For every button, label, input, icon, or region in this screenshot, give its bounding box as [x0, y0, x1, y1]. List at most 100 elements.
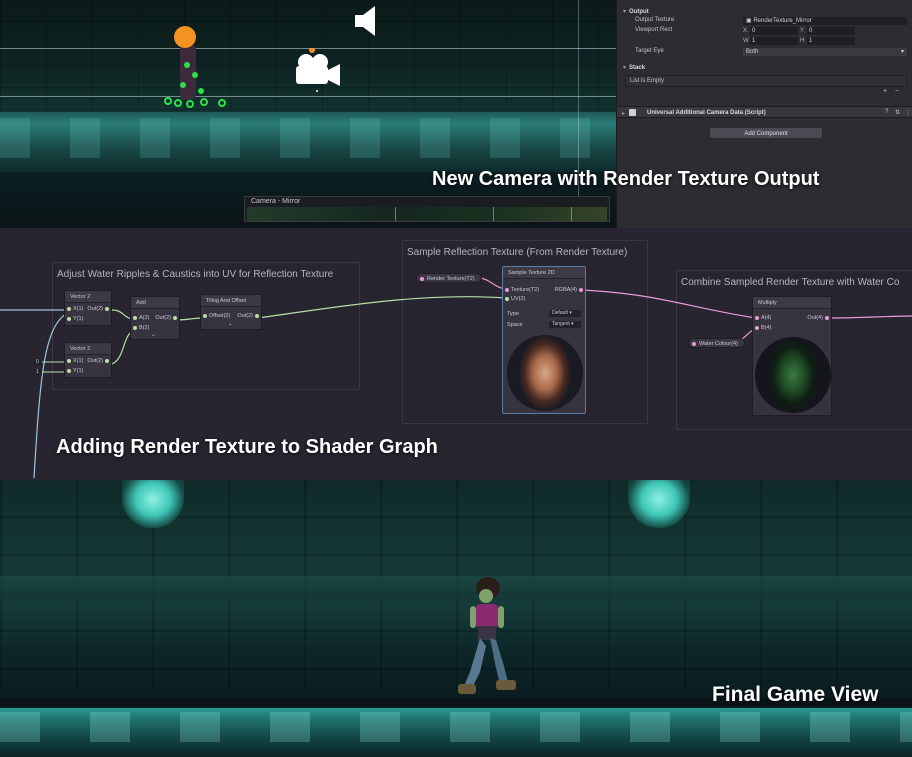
script-icon: [629, 109, 636, 116]
scene-guide-line-mid: [0, 96, 616, 97]
stack-list: List is Empty: [625, 75, 907, 87]
input-port-y[interactable]: Y(1): [65, 316, 83, 322]
game-water-ripples: [0, 712, 912, 742]
chevron-down-icon: ▾: [623, 65, 627, 71]
bone-gizmo[interactable]: [184, 62, 190, 68]
preview-guide-line: [571, 207, 572, 221]
camera-inspector: ▾ Output Output Texture ▣ RenderTexture_M…: [616, 0, 912, 228]
vector2-node-a[interactable]: Vector 2 X(1) Y(1) Out(2): [64, 290, 112, 326]
preview-guide-line: [493, 207, 494, 221]
bone-gizmo[interactable]: [164, 97, 172, 105]
bone-gizmo[interactable]: [180, 82, 186, 88]
audio-source-icon[interactable]: [353, 4, 383, 38]
viewport-x-field[interactable]: X0: [743, 27, 798, 35]
component-title: Universal Additional Camera Data (Script…: [647, 110, 766, 116]
bone-gizmo[interactable]: [174, 99, 182, 107]
scene-character[interactable]: [164, 26, 226, 112]
add-node[interactable]: Add A(2) B(2) Out(2) ⌄: [130, 296, 180, 340]
input-port-b[interactable]: B(2): [131, 325, 149, 331]
caption-camera: New Camera with Render Texture Output: [432, 168, 820, 190]
camera-preview-panel: Camera - Mirror: [244, 196, 610, 222]
caption-shader: Adding Render Texture to Shader Graph: [56, 436, 438, 458]
game-character: [458, 577, 516, 694]
target-eye-dropdown[interactable]: Both ▾: [743, 48, 907, 56]
input-port-x[interactable]: X(1): [65, 306, 83, 312]
target-eye-label: Target Eye: [635, 48, 664, 54]
preview-guide-line: [395, 207, 396, 221]
input-port-a[interactable]: A(2): [131, 315, 149, 321]
viewport-h-field[interactable]: H1: [800, 37, 855, 45]
vector2-y-value[interactable]: 1: [33, 369, 42, 376]
multiply-preview: [755, 337, 831, 413]
vector2-node-b[interactable]: Vector 2 X(1) Y(1) Out(2): [64, 342, 112, 378]
chevron-down-icon: ▾: [623, 9, 627, 15]
output-port[interactable]: Out(2): [237, 313, 261, 319]
space-label: Space: [507, 322, 523, 328]
vector2-x-value[interactable]: 0: [33, 359, 42, 366]
viewport-w-field[interactable]: W1: [743, 37, 798, 45]
output-port-rgba[interactable]: RGBA(4): [555, 287, 585, 293]
caption-game: Final Game View: [712, 683, 879, 706]
viewport-y-field[interactable]: Y0: [800, 27, 855, 35]
bone-gizmo[interactable]: [186, 100, 194, 108]
remove-item-button[interactable]: −: [895, 88, 899, 95]
node-title: Vector 2: [65, 343, 111, 355]
add-component-button[interactable]: Add Component: [709, 127, 823, 139]
multiply-node[interactable]: Multiply A(4) B(4) Out(4): [752, 296, 832, 416]
stack-list-controls: + −: [883, 88, 899, 95]
scene-water-ripples: [0, 118, 616, 158]
input-port-y[interactable]: Y(1): [65, 368, 83, 374]
output-port[interactable]: Out(2): [87, 306, 111, 312]
input-port-a[interactable]: A(4): [753, 315, 771, 321]
output-port[interactable]: Out(4): [807, 315, 831, 321]
shader-graph-canvas[interactable]: Adjust Water Ripples & Caustics into UV …: [0, 228, 912, 480]
sample-preview: [507, 335, 583, 411]
input-port-x[interactable]: X(1): [65, 358, 83, 364]
help-icon[interactable]: ?: [885, 109, 888, 115]
group-combine-title: Combine Sampled Render Texture with Wate…: [681, 277, 900, 288]
group-ripples-title: Adjust Water Ripples & Caustics into UV …: [57, 269, 334, 280]
input-port-offset[interactable]: Offset(2): [201, 313, 230, 319]
output-section-header[interactable]: ▾ Output: [623, 8, 649, 15]
node-title: Tiling And Offset: [201, 295, 261, 307]
add-item-button[interactable]: +: [883, 88, 887, 95]
viewport-rect-label: Viewport Rect: [635, 27, 673, 33]
output-texture-field[interactable]: ▣ RenderTexture_Mirror: [743, 17, 907, 25]
input-port-texture[interactable]: Texture(T2): [503, 287, 539, 293]
render-texture-property[interactable]: Render Texture(T2): [416, 273, 482, 283]
output-port[interactable]: Out(2): [87, 358, 111, 364]
chevron-down-icon[interactable]: ⌄: [228, 321, 233, 327]
bone-gizmo[interactable]: [198, 88, 204, 94]
preset-icon[interactable]: ⇅: [895, 109, 900, 116]
chevron-down-icon[interactable]: ⌄: [151, 332, 156, 338]
bone-gizmo[interactable]: [218, 99, 226, 107]
camera-preview-image: [247, 207, 607, 221]
sample-texture-2d-node[interactable]: Sample Texture 2D Texture(T2) UV(2) RGBA…: [502, 266, 586, 414]
input-port-b[interactable]: B(4): [753, 325, 771, 331]
bone-gizmo[interactable]: [192, 72, 198, 78]
stack-section-header[interactable]: ▾ Stack: [623, 64, 645, 71]
node-title: Multiply: [753, 297, 831, 309]
node-title: Sample Texture 2D: [503, 267, 585, 279]
group-sample-title: Sample Reflection Texture (From Render T…: [407, 247, 628, 258]
space-dropdown[interactable]: Tangent ▾: [549, 321, 581, 328]
tiling-offset-node[interactable]: Tiling And Offset Offset(2) Out(2) ⌄: [200, 294, 262, 330]
output-port[interactable]: Out(2): [155, 315, 179, 321]
node-title: Vector 2: [65, 291, 111, 303]
chevron-down-icon: ▾: [900, 49, 904, 55]
camera-gizmo-icon[interactable]: [292, 48, 344, 92]
character-head-gizmo: [174, 26, 196, 48]
chevron-right-icon: ▸: [622, 111, 626, 117]
input-port-uv[interactable]: UV(2): [503, 296, 525, 302]
bone-gizmo[interactable]: [200, 98, 208, 106]
type-label: Type: [507, 311, 519, 317]
game-view[interactable]: Final Game View: [0, 480, 912, 757]
component-header[interactable]: ▸ Universal Additional Camera Data (Scri…: [617, 106, 912, 118]
more-options-icon[interactable]: ⋮: [905, 109, 911, 116]
composite-screenshot: Camera - Mirror ▾ Output Output Texture ▣…: [0, 0, 912, 757]
camera-preview-title: Camera - Mirror: [251, 198, 301, 205]
render-texture-icon: ▣: [746, 18, 752, 24]
type-dropdown[interactable]: Default ▾: [549, 310, 581, 317]
output-texture-label: Output Texture: [635, 17, 675, 23]
water-colour-property[interactable]: Water Colour(4): [688, 338, 745, 348]
